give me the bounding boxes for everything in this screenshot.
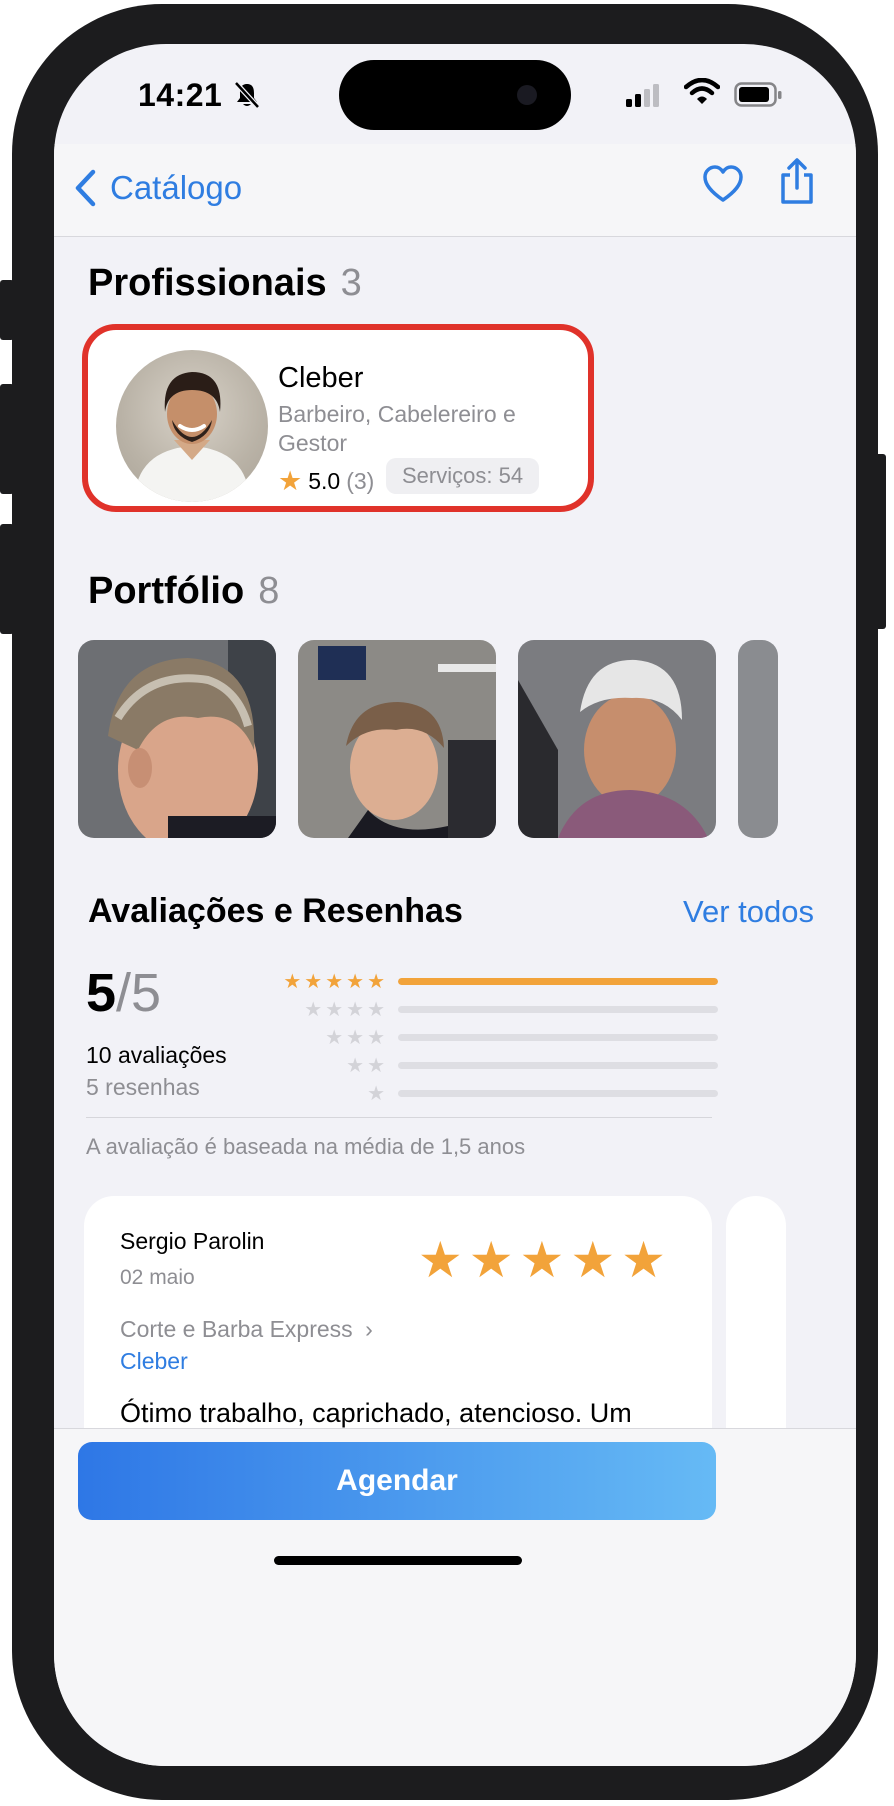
portfolio-image[interactable] [298, 640, 496, 838]
portfolio-image[interactable] [78, 640, 276, 838]
star-icon: ★ [570, 1232, 622, 1288]
chevron-left-icon [75, 169, 96, 207]
home-indicator[interactable] [274, 1556, 522, 1565]
dynamic-island [339, 60, 571, 130]
professionals-count: 3 [340, 262, 362, 304]
action-button [0, 280, 14, 340]
rating-bar [398, 1062, 718, 1069]
schedule-button[interactable]: Agendar [78, 1442, 716, 1520]
portfolio-image[interactable] [738, 640, 778, 838]
star-icon: ★★★★★ [283, 971, 388, 993]
rating-score-denominator: /5 [116, 963, 162, 1023]
rating-distribution-row: ★ [264, 1082, 724, 1106]
star-icon: ★★ [346, 1055, 388, 1077]
evaluation-count: 10 avaliações [86, 1042, 227, 1068]
status-bar: 14:21 [54, 44, 856, 144]
battery-icon [734, 82, 782, 107]
navigation-bar: Catálogo [54, 144, 856, 237]
rating-score: 5/5 [86, 962, 161, 1024]
professional-role: Barbeiro, Cabelereiro e Gestor [278, 401, 516, 456]
review-count: 5 resenhas [86, 1074, 200, 1100]
rating-score-value: 5 [86, 963, 117, 1023]
avatar [116, 350, 268, 502]
portfolio-title: Portfólio 8 [88, 570, 279, 613]
rating-bar [398, 1034, 718, 1041]
professional-rating-value: 5.0 [308, 468, 341, 494]
divider [86, 1117, 712, 1118]
professional-rating-count: (3) [346, 468, 375, 494]
star-icon: ★ [621, 1232, 672, 1288]
review-stars: ★★★★★ [418, 1232, 672, 1288]
back-button[interactable]: Catálogo [74, 166, 242, 210]
wifi-icon [684, 78, 720, 104]
volume-down-button [0, 524, 14, 634]
rating-distribution-row: ★★★★★ [264, 970, 724, 994]
professional-name: Cleber [278, 362, 364, 394]
professional-rating: ★ 5.0 (3) [278, 466, 374, 497]
professionals-title-text: Profissionais [88, 262, 327, 304]
review-text: Ótimo trabalho, caprichado, atencioso. U… [120, 1398, 632, 1428]
rating-note: A avaliação é baseada na média de 1,5 an… [86, 1134, 526, 1159]
professionals-title: Profissionais 3 [88, 262, 362, 305]
star-icon: ★ [468, 1232, 520, 1288]
review-date: 02 maio [120, 1266, 195, 1289]
status-time: 14:21 [138, 77, 223, 113]
star-icon: ★ [278, 466, 303, 496]
volume-up-button [0, 384, 14, 494]
star-icon: ★★★ [325, 1027, 388, 1049]
services-badge: Serviços: 54 [386, 458, 540, 494]
rating-bar [398, 978, 718, 985]
phone-frame: 14:21 Catálogo Profissionais 3 Cleber Ba… [0, 4, 886, 1800]
star-icon: ★★★★ [304, 999, 388, 1021]
bell-slash-icon [234, 81, 260, 109]
star-icon: ★ [367, 1083, 388, 1105]
review-professional-link[interactable]: Cleber [120, 1348, 188, 1375]
rating-distribution-row: ★★ [264, 1054, 724, 1078]
star-icon: ★ [519, 1232, 571, 1288]
ratings-title: Avaliações e Resenhas [88, 892, 463, 930]
signal-icon [626, 84, 659, 107]
rating-bar [398, 1090, 718, 1097]
rating-distribution-row: ★★★★ [264, 998, 724, 1022]
share-icon[interactable] [778, 158, 816, 206]
portfolio-count: 8 [258, 570, 280, 612]
review-service: Corte e Barba Express [120, 1316, 353, 1342]
star-icon: ★ [417, 1232, 469, 1288]
see-all-link[interactable]: Ver todos [683, 894, 814, 930]
review-service-link[interactable]: Corte e Barba Express › [120, 1316, 373, 1343]
rating-bar-fill [398, 978, 718, 985]
professional-card[interactable]: Cleber Barbeiro, Cabelereiro e Gestor ★ … [82, 324, 594, 512]
power-button [872, 454, 886, 629]
rating-distribution-row: ★★★ [264, 1026, 724, 1050]
review-author: Sergio Parolin [120, 1228, 265, 1254]
heart-icon[interactable] [702, 164, 744, 204]
portfolio-image[interactable] [518, 640, 716, 838]
portfolio-title-text: Portfólio [88, 570, 245, 612]
back-label: Catálogo [110, 169, 243, 206]
rating-bar [398, 1006, 718, 1013]
screen: 14:21 Catálogo Profissionais 3 Cleber Ba… [54, 44, 856, 1766]
chevron-right-icon: › [365, 1316, 373, 1342]
